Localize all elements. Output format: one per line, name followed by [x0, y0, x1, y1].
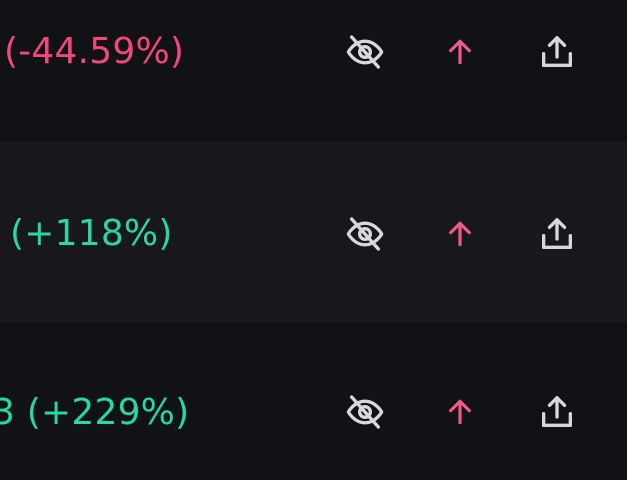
hide-button[interactable] [343, 30, 387, 74]
price-change-text: (+118%) [10, 213, 173, 254]
price-change-text: (-44.59%) [4, 31, 185, 72]
price-change-text: 3 (+229%) [0, 392, 190, 433]
arrow-up-icon [449, 39, 471, 65]
upvote-button[interactable] [438, 30, 482, 74]
arrow-up-icon [449, 399, 471, 425]
eye-off-icon [346, 395, 384, 429]
upvote-button[interactable] [438, 390, 482, 434]
share-button[interactable] [535, 212, 579, 256]
asset-list: (-44.59%) (+118%) 3 (+229%) [0, 0, 627, 480]
share-button[interactable] [535, 390, 579, 434]
share-upload-icon [542, 36, 572, 68]
eye-off-icon [346, 217, 384, 251]
eye-off-icon [346, 35, 384, 69]
share-button[interactable] [535, 30, 579, 74]
hide-button[interactable] [343, 212, 387, 256]
upvote-button[interactable] [438, 212, 482, 256]
hide-button[interactable] [343, 390, 387, 434]
share-upload-icon [542, 218, 572, 249]
share-upload-icon [542, 396, 572, 427]
arrow-up-icon [449, 221, 471, 247]
